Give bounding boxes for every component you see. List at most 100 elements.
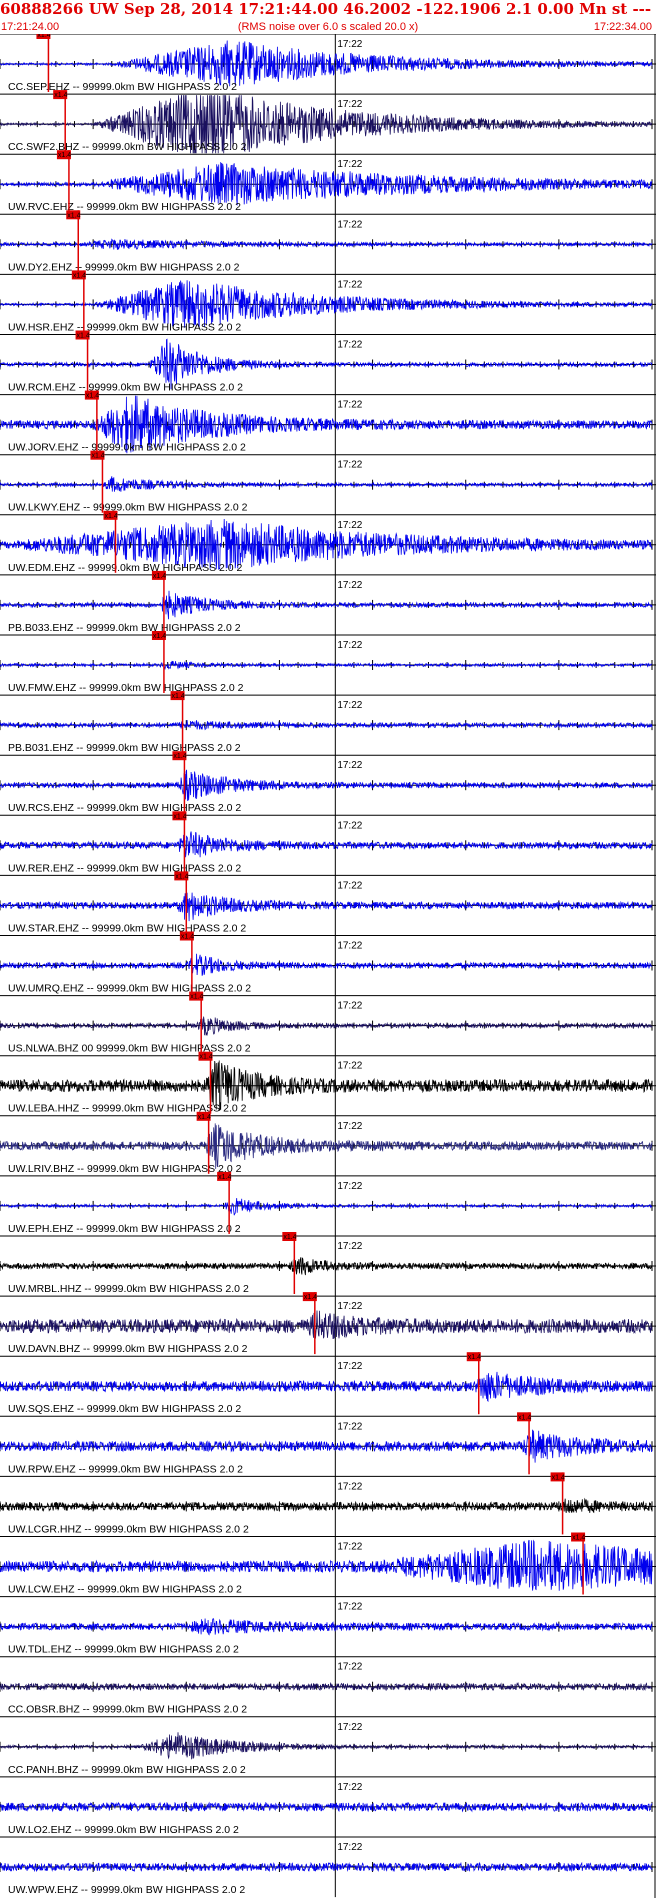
minute-label: 17:22 <box>337 1241 362 1252</box>
trace-label: US.NLWA.BHZ 00 99999.0km BW HIGHPASS 2.0… <box>8 1043 251 1055</box>
minute-label: 17:22 <box>337 941 362 952</box>
waveform-trace <box>0 238 653 250</box>
trace-label: UW.JORV.EHZ -- 99999.0km BW HIGHPASS 2.0… <box>8 442 246 454</box>
minute-label: 17:22 <box>337 1481 362 1492</box>
trace-label: UW.LO2.EHZ -- 99999.0km BW HIGHPASS 2.0 … <box>8 1824 239 1836</box>
waveform-trace <box>0 1371 653 1403</box>
pick-label: x1.4 <box>552 1474 565 1481</box>
pick-label: x1.4 <box>104 513 117 520</box>
minute-label: 17:22 <box>337 1602 362 1613</box>
trace-label: UW.LCGR.HHZ -- 99999.0km BW HIGHPASS 2.0… <box>8 1523 249 1535</box>
minute-label: 17:22 <box>337 39 362 50</box>
waveform-trace <box>0 1732 653 1760</box>
trace-label: UW.LCW.EHZ -- 99999.0km BW HIGHPASS 2.0 … <box>8 1584 242 1596</box>
waveform-trace <box>0 1497 653 1514</box>
trace-label: UW.LKWY.EHZ -- 99999.0km BW HIGHPASS 2.0… <box>8 502 248 514</box>
minute-label: 17:22 <box>337 460 362 471</box>
pick-label: x1.4 <box>175 873 188 880</box>
pick-label: x1.4 <box>218 1174 231 1181</box>
minute-label: 17:22 <box>337 820 362 831</box>
minute-label: 17:22 <box>337 1542 362 1553</box>
trace-label: UW.HSR.EHZ -- 99999.0km BW HIGHPASS 2.0 … <box>8 321 241 333</box>
minute-label: 17:22 <box>337 1301 362 1312</box>
trace-label: UW.SQS.EHZ -- 99999.0km BW HIGHPASS 2.0 … <box>8 1403 241 1415</box>
waveform-trace <box>0 891 653 922</box>
pick-label: x1.4 <box>54 92 67 99</box>
event-title: 60888266 UW Sep 28, 2014 17:21:44.00 46.… <box>0 0 656 18</box>
trace-label: PB.B033.EHZ -- 99999.0km BW HIGHPASS 2.0… <box>8 622 241 634</box>
trace-label: CC.SEP.EHZ -- 99999.0km BW HIGHPASS 2.0 … <box>8 81 237 93</box>
pick-label: x1.4 <box>304 1294 317 1301</box>
pick-label: x1.4 <box>37 34 50 39</box>
trace-label: UW.RVC.EHZ -- 99999.0km BW HIGHPASS 2.0 … <box>8 201 241 213</box>
pick-label: x1.4 <box>91 453 104 460</box>
waveform-trace <box>0 1429 653 1463</box>
minute-label: 17:22 <box>337 1181 362 1192</box>
pick-label: x1.4 <box>86 393 99 400</box>
pick-label: x1.4 <box>153 573 166 580</box>
trace-label: UW.RCM.EHZ -- 99999.0km BW HIGHPASS 2.0 … <box>8 382 243 394</box>
trace-label: UW.WPW.EHZ -- 99999.0km BW HIGHPASS 2.0 … <box>8 1884 245 1896</box>
pick-label: x1.4 <box>153 633 166 640</box>
trace-label: PB.B031.EHZ -- 99999.0km BW HIGHPASS 2.0… <box>8 742 241 754</box>
minute-label: 17:22 <box>337 760 362 771</box>
minute-label: 17:22 <box>337 1061 362 1072</box>
minute-label: 17:22 <box>337 219 362 230</box>
waveform-trace <box>0 1681 653 1692</box>
pick-label: x1.4 <box>172 693 185 700</box>
pick-label: x1.4 <box>77 333 90 340</box>
trace-label: UW.FMW.EHZ -- 99999.0km BW HIGHPASS 2.0 … <box>8 682 244 694</box>
pick-label: x1.4 <box>572 1535 585 1542</box>
minute-label: 17:22 <box>337 1722 362 1733</box>
pick-label: x1.4 <box>67 212 80 219</box>
minute-label: 17:22 <box>337 880 362 891</box>
minute-label: 17:22 <box>337 1662 362 1673</box>
time-range-bar: 17:21:24.00 (RMS noise over 6.0 s scaled… <box>0 21 656 34</box>
trace-label: UW.RPW.EHZ -- 99999.0km BW HIGHPASS 2.0 … <box>8 1463 243 1475</box>
trace-label: UW.DAVN.BHZ -- 99999.0km BW HIGHPASS 2.0… <box>8 1343 248 1355</box>
trace-label: UW.UMRQ.EHZ -- 99999.0km BW HIGHPASS 2.0… <box>8 983 251 995</box>
pick-label: x1.4 <box>73 272 86 279</box>
pick-label: x1.4 <box>468 1354 481 1361</box>
waveform-trace <box>0 40 653 87</box>
minute-label: 17:22 <box>337 1421 362 1432</box>
minute-label: 17:22 <box>337 1842 362 1853</box>
trace-label: UW.EDM.EHZ -- 99999.0km BW HIGHPASS 2.0 … <box>8 562 243 574</box>
waveform-trace <box>0 719 653 731</box>
minute-label: 17:22 <box>337 279 362 290</box>
seismogram-plot: 17:22 CC.SEP.EHZ -- 99999.0km BW HIGHPASS… <box>0 34 656 1898</box>
trace-label: UW.EPH.EHZ -- 99999.0km BW HIGHPASS 2.0 … <box>8 1223 241 1235</box>
waveform-trace <box>0 1198 653 1216</box>
pick-label: x1.4 <box>198 1114 211 1121</box>
minute-label: 17:22 <box>337 1782 362 1793</box>
minute-label: 17:22 <box>337 700 362 711</box>
pick-label: x1.4 <box>173 813 186 820</box>
minute-label: 17:22 <box>337 99 362 110</box>
pick-label: x1.4 <box>518 1414 531 1421</box>
minute-label: 17:22 <box>337 520 362 531</box>
trace-label: UW.TDL.EHZ -- 99999.0km BW HIGHPASS 2.0 … <box>8 1644 239 1656</box>
waveform-trace <box>0 1861 653 1873</box>
waveform-trace <box>0 476 653 492</box>
end-time: 17:22:34.00 <box>593 21 652 33</box>
minute-label: 17:22 <box>337 340 362 351</box>
trace-label: UW.MRBL.HHZ -- 99999.0km BW HIGHPASS 2.0… <box>8 1283 249 1295</box>
minute-label: 17:22 <box>337 400 362 411</box>
waveform-trace <box>0 1310 653 1339</box>
pick-label: x1.4 <box>200 1054 213 1061</box>
minute-label: 17:22 <box>337 640 362 651</box>
pick-label: x1.4 <box>190 994 203 1001</box>
trace-label: UW.DY2.EHZ -- 99999.0km BW HIGHPASS 2.0 … <box>8 261 240 273</box>
waveform-trace <box>0 660 653 671</box>
trace-label: UW.STAR.EHZ -- 99999.0km BW HIGHPASS 2.0… <box>8 922 246 934</box>
scaling-note: (RMS noise over 6.0 s scaled 20.0 x) <box>237 21 419 33</box>
pick-label: x1.4 <box>173 753 186 760</box>
minute-label: 17:22 <box>337 1361 362 1372</box>
trace-label: UW.RER.EHZ -- 99999.0km BW HIGHPASS 2.0 … <box>8 862 241 874</box>
minute-label: 17:22 <box>337 580 362 591</box>
waveform-trace <box>0 953 653 976</box>
trace-label: CC.OBSR.BHZ -- 99999.0km BW HIGHPASS 2.0… <box>8 1704 247 1716</box>
pick-label: x1.4 <box>283 1234 296 1241</box>
waveform-trace <box>0 831 653 858</box>
trace-label: UW.LRIV.BHZ -- 99999.0km BW HIGHPASS 2.0… <box>8 1163 242 1175</box>
